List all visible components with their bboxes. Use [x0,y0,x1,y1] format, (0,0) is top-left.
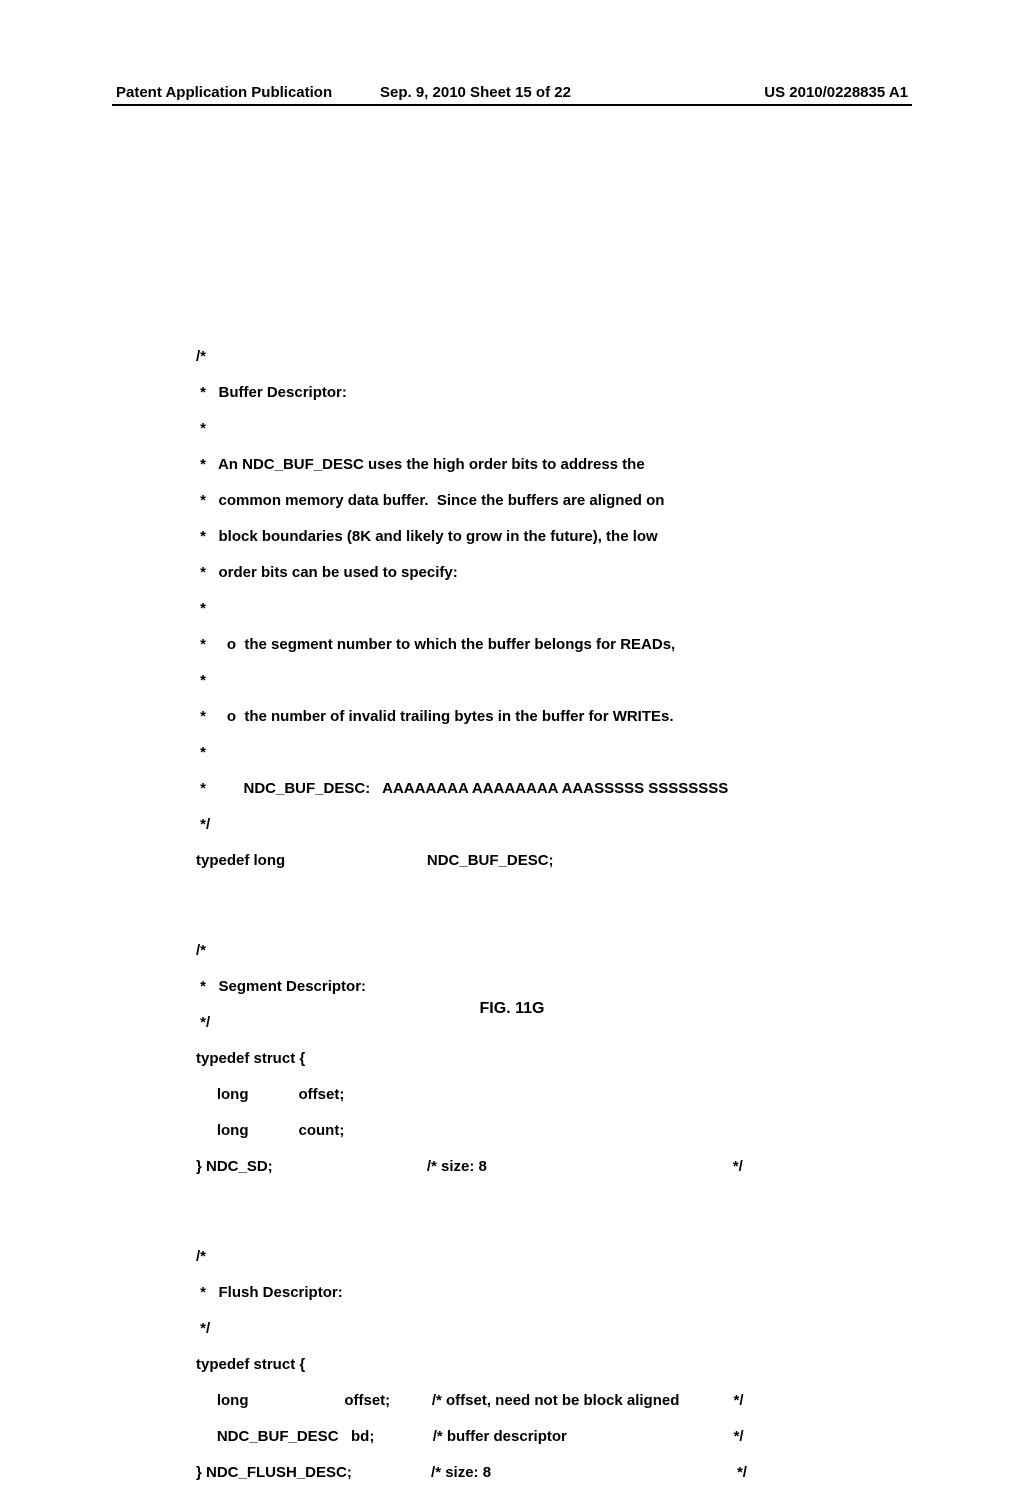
code-line: * common memory data buffer. Since the b… [196,492,864,510]
code-line: */ [196,816,864,834]
code-line: NDC_BUF_DESC bd; /* buffer descriptor */ [196,1428,864,1446]
code-line: * An NDC_BUF_DESC uses the high order bi… [196,456,864,474]
code-line: * o the segment number to which the buff… [196,636,864,654]
header-date-sheet: Sep. 9, 2010 Sheet 15 of 22 [380,84,644,101]
code-line: */ [196,1320,864,1338]
buffer-descriptor-block: /* * Buffer Descriptor: * * An NDC_BUF_D… [196,330,864,888]
code-line: * block boundaries (8K and likely to gro… [196,528,864,546]
code-line: * Flush Descriptor: [196,1284,864,1302]
code-line: * order bits can be used to specify: [196,564,864,582]
code-line: * [196,744,864,762]
code-content: /* * Buffer Descriptor: * * An NDC_BUF_D… [196,330,864,1500]
code-line: * [196,672,864,690]
code-line: * [196,600,864,618]
code-line: * Segment Descriptor: [196,978,864,996]
header-publication-label: Patent Application Publication [116,84,380,101]
code-line: } NDC_SD; /* size: 8 */ [196,1158,864,1176]
code-line: * o the number of invalid trailing bytes… [196,708,864,726]
code-line: * NDC_BUF_DESC: AAAAAAAA AAAAAAAA AAASSS… [196,780,864,798]
code-line: typedef struct { [196,1050,864,1068]
code-line: long offset; /* offset, need not be bloc… [196,1392,864,1410]
code-line: /* [196,348,864,366]
code-line: * [196,420,864,438]
code-line: /* [196,942,864,960]
code-line: typedef struct { [196,1356,864,1374]
code-line: /* [196,1248,864,1266]
code-line: long count; [196,1122,864,1140]
code-line: * Buffer Descriptor: [196,384,864,402]
header-divider [112,104,912,106]
page-header: Patent Application Publication Sep. 9, 2… [0,84,1024,101]
code-line: } NDC_FLUSH_DESC; /* size: 8 */ [196,1464,864,1482]
figure-label: FIG. 11G [0,1000,1024,1018]
header-patent-number: US 2010/0228835 A1 [644,84,908,101]
code-line: typedef long NDC_BUF_DESC; [196,852,864,870]
segment-descriptor-block: /* * Segment Descriptor: */ typedef stru… [196,924,864,1194]
flush-descriptor-block: /* * Flush Descriptor: */ typedef struct… [196,1230,864,1500]
code-line: long offset; [196,1086,864,1104]
